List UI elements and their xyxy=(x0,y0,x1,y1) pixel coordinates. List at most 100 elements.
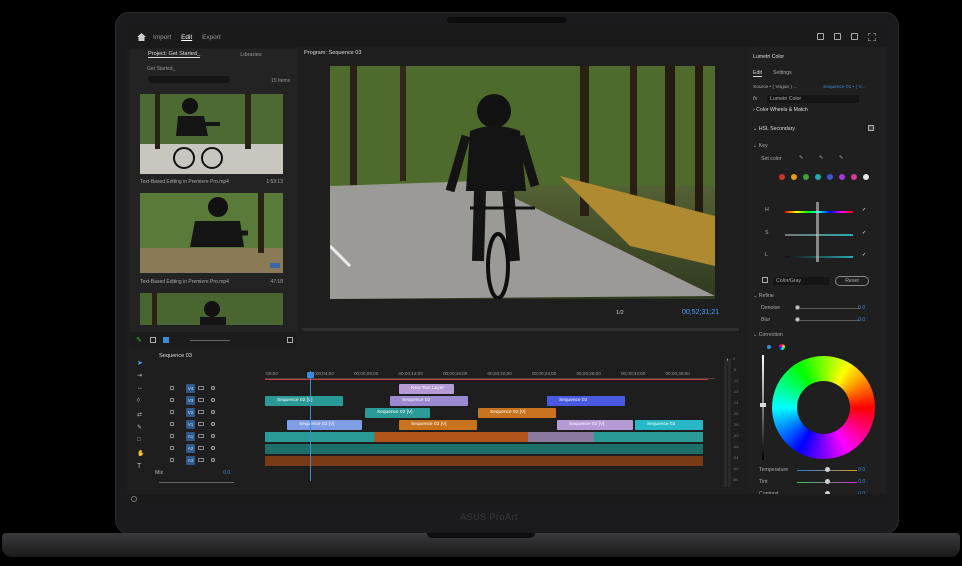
color-swatch[interactable] xyxy=(863,174,869,180)
slip-icon[interactable]: ⇄ xyxy=(137,411,142,418)
clip-v3-1[interactable]: Sequence 02 [V] xyxy=(265,396,343,406)
clip-v1-3[interactable]: Sequence 02 [V] xyxy=(557,420,633,430)
color-gray-dropdown[interactable]: Color/Gray xyxy=(773,277,829,285)
audio-clip-a2[interactable] xyxy=(265,444,703,454)
clip-v1-2[interactable]: Sequence 02 [V] xyxy=(399,420,477,430)
tab-libraries[interactable]: Libraries xyxy=(240,52,261,58)
timeline-ruler[interactable]: :00;00 00;00;04;00 00;00;08;00 00;00;12;00 0… xyxy=(265,371,715,379)
sync-icon[interactable] xyxy=(198,458,204,462)
track-target-v3[interactable]: V3 xyxy=(186,396,195,405)
share-icon[interactable] xyxy=(834,33,841,40)
lock-icon[interactable] xyxy=(170,446,174,450)
eye-icon[interactable] xyxy=(211,422,215,426)
pen-icon[interactable]: ✎ xyxy=(137,424,142,431)
lock-icon[interactable] xyxy=(170,434,174,438)
temperature-knob[interactable] xyxy=(825,467,830,472)
home-icon[interactable] xyxy=(137,33,146,41)
hand-icon[interactable]: ✋ xyxy=(137,450,144,457)
s-check-icon[interactable]: ✓ xyxy=(862,230,866,236)
sync-icon[interactable] xyxy=(198,410,204,414)
pencil-icon[interactable]: ✎ xyxy=(136,336,142,344)
wheel-mode-3way-icon[interactable] xyxy=(779,344,785,350)
lumetri-sequence[interactable]: Sequence 01 • ( V... xyxy=(823,85,865,90)
temperature-value[interactable]: 0.0 xyxy=(858,467,865,473)
track-target-v2[interactable]: V2 xyxy=(186,408,195,417)
project-search-input[interactable] xyxy=(148,76,230,83)
clip-v3-3[interactable]: Sequence 02 xyxy=(547,396,625,406)
timeline-zoom-scroll[interactable] xyxy=(159,482,234,483)
hsl-secondary-section[interactable]: ⌄ HSL Secondary xyxy=(753,126,795,132)
tab-lumetri-settings[interactable]: Settings xyxy=(773,70,792,76)
mix-value[interactable]: 0.0 xyxy=(223,470,230,476)
lock-icon[interactable] xyxy=(170,422,174,426)
clip-v1-1[interactable]: Sequence 02 [V] xyxy=(287,420,362,430)
type-tool-icon[interactable]: T xyxy=(137,463,141,470)
razor-icon[interactable]: ◊ xyxy=(137,398,140,404)
clip-v2-2[interactable]: Sequence 02 [V] xyxy=(478,408,556,418)
playhead[interactable] xyxy=(310,371,311,481)
clip-v3-2[interactable]: Sequence 02 xyxy=(390,396,468,406)
wheel-mode-1way-icon[interactable] xyxy=(767,345,771,349)
tab-import[interactable]: Import xyxy=(153,34,171,41)
range-handles[interactable] xyxy=(816,202,819,262)
lock-icon[interactable] xyxy=(170,386,174,390)
color-swatch[interactable] xyxy=(815,174,821,180)
clip-thumbnail-3[interactable] xyxy=(140,293,283,325)
tab-project[interactable]: Project: Get Started_ xyxy=(148,51,201,58)
zoom-slider[interactable] xyxy=(190,340,230,341)
tint-knob[interactable] xyxy=(825,479,830,484)
list-view-icon[interactable] xyxy=(150,337,156,343)
eye-icon[interactable] xyxy=(211,458,215,462)
color-swatch[interactable] xyxy=(839,174,845,180)
icon-view-icon[interactable] xyxy=(163,337,169,343)
audio-clip-a1[interactable] xyxy=(265,432,703,442)
blur-knob[interactable] xyxy=(795,317,800,322)
track-target-v1[interactable]: V1 xyxy=(186,420,195,429)
h-check-icon[interactable]: ✓ xyxy=(862,207,866,213)
fullscreen-icon[interactable] xyxy=(868,33,876,41)
wheel-luma-slider[interactable] xyxy=(762,355,764,460)
tab-lumetri-edit[interactable]: Edit xyxy=(753,70,762,77)
l-check-icon[interactable]: ✓ xyxy=(862,252,866,258)
program-scrubber[interactable] xyxy=(302,328,739,331)
color-gray-checkbox[interactable] xyxy=(762,277,768,283)
ripple-edit-icon[interactable]: ↔ xyxy=(137,385,143,391)
lock-icon[interactable] xyxy=(170,410,174,414)
refine-section[interactable]: ⌄ Refine xyxy=(753,293,774,299)
denoise-knob[interactable] xyxy=(795,305,800,310)
saturation-slider[interactable] xyxy=(785,234,853,236)
hue-slider[interactable] xyxy=(785,211,853,213)
wheel-luma-handle[interactable] xyxy=(760,403,766,407)
color-wheels-section[interactable]: › Color Wheels & Match xyxy=(753,107,808,113)
new-bin-icon[interactable] xyxy=(287,337,293,343)
lumetri-source[interactable]: Source • ( Vogue ) ... xyxy=(753,85,797,90)
eye-icon[interactable] xyxy=(211,410,215,414)
reset-button[interactable]: Reset xyxy=(835,276,869,286)
sync-icon[interactable] xyxy=(198,434,204,438)
eyedropper-remove-icon[interactable]: ✎ xyxy=(839,155,843,161)
workspace-icon[interactable] xyxy=(817,33,824,40)
playhead-handle[interactable] xyxy=(307,372,314,378)
blur-value[interactable]: 0.0 xyxy=(858,317,865,323)
audio-clip-a3[interactable] xyxy=(265,456,703,466)
lock-icon[interactable] xyxy=(170,458,174,462)
eye-icon[interactable] xyxy=(211,446,215,450)
eye-icon[interactable] xyxy=(211,398,215,402)
eyedropper-add-icon[interactable]: ✎ xyxy=(819,155,823,161)
eye-icon[interactable] xyxy=(211,386,215,390)
work-area-bar[interactable] xyxy=(265,379,708,380)
luma-slider[interactable] xyxy=(785,256,853,258)
blur-slider[interactable] xyxy=(797,320,860,321)
correction-section[interactable]: ⌄ Correction xyxy=(753,332,783,338)
track-target-a3[interactable]: A3 xyxy=(186,456,195,465)
sync-icon[interactable] xyxy=(198,422,204,426)
track-target-v4[interactable]: V4 xyxy=(186,384,195,393)
lock-icon[interactable] xyxy=(170,398,174,402)
key-section[interactable]: ⌄ Key xyxy=(753,143,768,149)
denoise-slider[interactable] xyxy=(797,308,860,309)
eye-icon[interactable] xyxy=(211,434,215,438)
tab-edit[interactable]: Edit xyxy=(181,34,192,41)
panels-icon[interactable] xyxy=(851,33,858,40)
clip-thumbnail-2[interactable] xyxy=(140,193,283,273)
sync-icon[interactable] xyxy=(198,386,204,390)
